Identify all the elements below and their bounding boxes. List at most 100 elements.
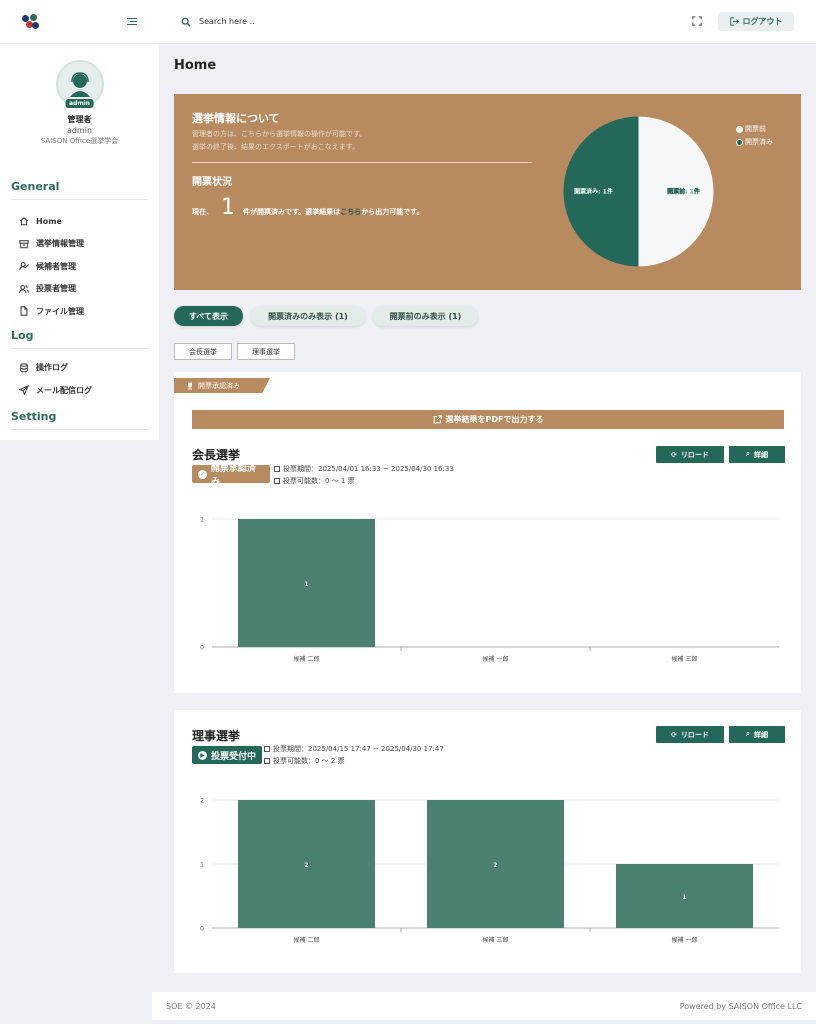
sidebar-item-label: メール配信ログ [36,385,92,395]
pie-slice-label: 開票前: 1件 [667,188,700,196]
filter-opened-button[interactable]: 開票済みのみ表示 (1) [251,306,365,326]
divider [11,199,148,200]
sidebar-item-home[interactable]: Home [0,210,159,233]
export-link[interactable]: こちら [340,207,361,217]
users-icon [19,284,29,293]
election-card-president: 開票承認済み 選挙結果をPDFで出力する 会長選挙 ✓ 開票承認済み 投票期間：… [174,372,801,693]
bar-value-label: 1 [682,894,686,901]
y-tick-label: 1 [200,517,204,524]
x-tick-label: 候補 一郎 [672,936,698,944]
sidebar: admin 管理者 admin SAISON Office選挙学会 Genera… [0,0,159,440]
sidebar-item-label: 操作ログ [36,363,68,373]
tab-director-election[interactable]: 理事選挙 [237,343,295,360]
play-circle-icon: ▶ [198,750,207,760]
hero-description: 管理者の方は、こちらから選挙情報の操作が可能です。 選挙の終了後、結果のエクスポ… [192,128,366,154]
legend-label: 開票済み [745,138,773,146]
sidebar-item-label: 選挙情報管理 [36,239,84,249]
app-logo[interactable] [22,13,40,30]
legend-item[interactable]: 開票済み [736,137,773,147]
legend-swatch [736,125,743,133]
filter-buttons: すべて表示 開票済みのみ表示 (1) 開票前のみ表示 (1) [174,306,486,326]
role-badge: admin [65,99,94,108]
export-pdf-label: 選挙結果をPDFで出力する [445,415,544,424]
zoom-icon: ⌕ [746,730,750,738]
send-icon [19,385,29,396]
filter-all-button[interactable]: すべて表示 [174,306,243,326]
filter-unopened-button[interactable]: 開票前のみ表示 (1) [373,306,478,326]
sidebar-item-label: Home [36,216,62,226]
sidebar-item-label: ファイル管理 [36,306,84,316]
voting-period-text: 投票期間：2025/04/01 16:33 ~ 2025/04/30 16:33 [283,465,454,473]
archive-icon [19,239,29,249]
x-tick-label: 候補 三郎 [483,936,509,944]
support-agent-icon [69,72,90,97]
status-text: 現在、 1 件が開票済みです。選挙結果は こちら から出力可能です。 [192,197,424,219]
detail-button[interactable]: ⌕ 詳細 [729,726,785,743]
voting-period-text: 投票期間：2025/04/15 17:47 ~ 2025/04/30 17:47 [273,745,444,753]
nav-section-log: Log 操作ログ メール配信ログ [0,329,159,402]
x-tick-label: 候補 二郎 [294,655,320,663]
user-check-icon [19,262,29,271]
profile-id: admin [66,126,93,135]
reload-button[interactable]: ⟳ リロード [656,446,724,463]
pie-slice-label: 開票済み: 1件 [574,188,613,196]
status-label: 投票受付中 [211,751,257,762]
election-tabs: 会長選挙 理事選挙 [174,343,300,360]
voting-period: 投票期間：2025/04/01 16:33 ~ 2025/04/30 16:33 [274,463,454,475]
sidebar-item-label: 投票者管理 [36,284,76,294]
status-title: 開票状況 [192,177,232,188]
section-title-general: General [11,180,60,193]
y-tick-label: 2 [200,798,204,805]
divider [11,428,148,430]
sidebar-item-label: 候補者管理 [36,261,76,271]
bar-value-label: 2 [304,862,308,869]
search-icon [181,17,191,27]
home-icon [19,217,29,226]
status-badge: ✓ 開票承認済み [192,464,270,487]
user-profile: admin 管理者 admin SAISON Office選挙学会 [0,44,159,146]
director-results-chart: 0 1 2 2 候補 二郎 2 候補 三郎 1 候補 一郎 [200,798,779,944]
square-icon [274,466,280,472]
status-pie-chart: 開票前: 1件 開票済み: 1件 [563,116,714,267]
external-link-icon [433,415,442,424]
status-label: 開票承認済み [210,464,256,487]
nav-section-setting: Setting [0,410,159,430]
y-tick-label: 0 [200,645,204,652]
sidebar-item-voters[interactable]: 投票者管理 [0,278,159,301]
pie-legend: 開票前 開票済み [736,124,773,150]
detail-button[interactable]: ⌕ 詳細 [729,446,785,463]
reload-button[interactable]: ⟳ リロード [656,726,724,743]
election-meta: 投票期間：2025/04/15 17:47 ~ 2025/04/30 17:47… [264,743,444,767]
logout-label: ログアウト [742,17,783,26]
logout-button[interactable]: ログアウト [718,12,794,31]
topbar: ログアウト [159,0,816,44]
avatar: admin [55,60,104,108]
footer: SOE © 2024 Powered by SAISON Office LLC [152,992,816,1020]
reload-label: リロード [680,730,709,739]
powered-by: Powered by SAISON Office LLC [679,1001,802,1011]
copyright: SOE © 2024 [166,1001,216,1011]
sidebar-item-elections[interactable]: 選挙情報管理 [0,233,159,256]
nav-section-general: General Home 選挙情報管理 候補者管理 投票者管理 ファイル管理 [0,180,159,323]
ribbon-label: 開票承認済み [198,381,240,390]
legend-item[interactable]: 開票前 [736,124,773,134]
election-meta: 投票期間：2025/04/01 16:33 ~ 2025/04/30 16:33… [274,463,454,487]
sidebar-item-files[interactable]: ファイル管理 [0,300,159,323]
y-tick-label: 1 [200,862,204,869]
export-pdf-button[interactable]: 選挙結果をPDFで出力する [192,410,784,429]
menu-toggle-icon[interactable] [127,17,137,26]
square-icon [274,478,280,484]
detail-label: 詳細 [753,450,768,459]
sidebar-item-operation-log[interactable]: 操作ログ [0,357,159,380]
sidebar-item-candidates[interactable]: 候補者管理 [0,255,159,278]
check-circle-icon: ✓ [198,469,207,479]
approved-ribbon: 開票承認済み [174,378,270,393]
election-info-panel: 選挙情報について 管理者の方は、こちらから選挙情報の操作が可能です。 選挙の終了… [174,94,801,290]
profile-role: 管理者 [67,115,92,124]
sidebar-item-mail-log[interactable]: メール配信ログ [0,379,159,402]
fullscreen-icon[interactable] [692,16,702,26]
tab-president-election[interactable]: 会長選挙 [174,343,232,360]
search-input[interactable] [199,17,399,26]
section-title-setting[interactable]: Setting [0,410,159,423]
square-icon [264,746,270,752]
